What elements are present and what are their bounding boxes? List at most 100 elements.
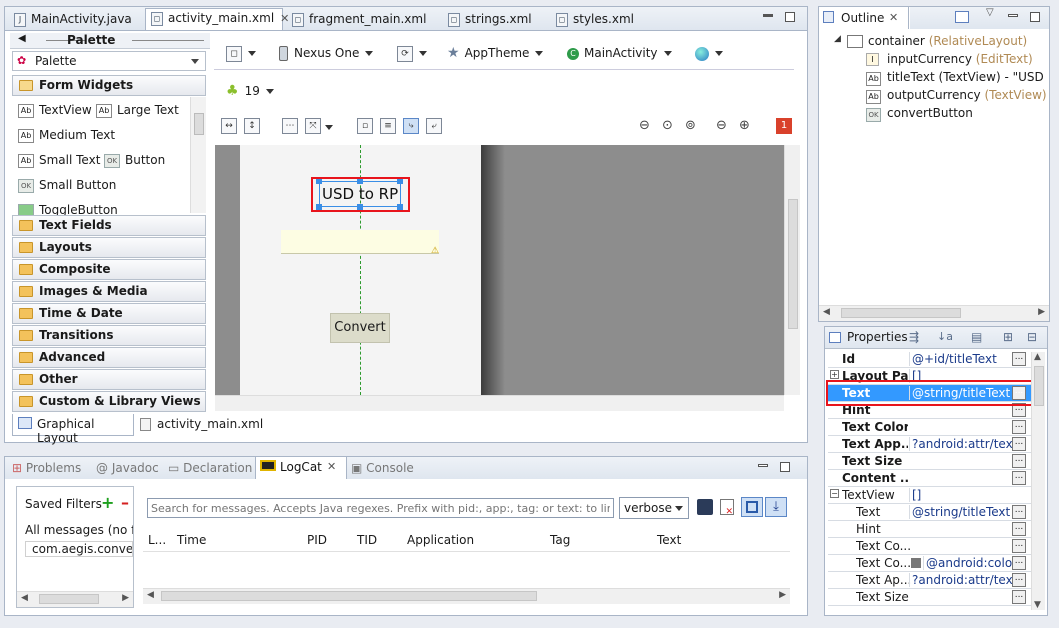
properties-scrollbar[interactable]: ▲ ▼ bbox=[1031, 352, 1045, 610]
widget-medium-text[interactable]: Ab Medium Text bbox=[18, 124, 115, 146]
palette-scrollbar[interactable] bbox=[190, 97, 206, 213]
outline-root[interactable]: container (RelativeLayout) bbox=[868, 34, 1027, 48]
layout-config-button[interactable]: ◻ bbox=[226, 42, 256, 64]
minimize-icon[interactable] bbox=[758, 464, 768, 467]
tab-strings-xml[interactable]: ◻ strings.xml bbox=[443, 10, 536, 31]
property-row[interactable]: Text Color... bbox=[828, 419, 1044, 436]
outline-item-convertbutton[interactable]: convertButton bbox=[887, 106, 973, 120]
tab-outline[interactable]: Outline ✕ bbox=[819, 7, 909, 29]
device-dropdown[interactable]: Nexus One bbox=[279, 42, 374, 64]
chevron-down-icon[interactable] bbox=[325, 120, 333, 134]
activity-dropdown[interactable]: C MainActivity bbox=[567, 42, 672, 64]
zoom-real-icon[interactable]: ⊙ bbox=[662, 118, 673, 133]
convert-button[interactable]: Convert bbox=[330, 313, 390, 343]
category-other[interactable]: Other bbox=[12, 369, 206, 390]
widget-textview[interactable]: Ab TextView bbox=[18, 99, 92, 121]
collapse-all-icon[interactable] bbox=[955, 11, 969, 23]
design-canvas[interactable]: ⚠ USD to RP Convert bbox=[215, 145, 784, 395]
edit-property-button[interactable]: ... bbox=[1012, 471, 1026, 485]
log-hscrollbar[interactable]: ◀ ▶ bbox=[143, 588, 790, 604]
column-tag[interactable]: Tag bbox=[550, 533, 570, 547]
minimize-icon[interactable] bbox=[1008, 14, 1018, 17]
distribute-weights-icon[interactable]: ▫ bbox=[357, 118, 373, 134]
tab-styles-xml[interactable]: ◻ styles.xml bbox=[551, 10, 638, 31]
locale-dropdown[interactable] bbox=[695, 42, 723, 64]
log-level-select[interactable]: verbose bbox=[619, 497, 689, 519]
maximize-icon[interactable] bbox=[785, 12, 795, 22]
tab-console[interactable]: ▣ Console bbox=[351, 458, 414, 478]
zoom-in-icon[interactable]: ⊕ bbox=[739, 118, 750, 133]
widget-small-button[interactable]: OK Small Button bbox=[18, 174, 116, 196]
widget-togglebutton[interactable]: ToggleButton bbox=[18, 199, 118, 215]
outline-item-outputcurrency[interactable]: outputCurrency (TextView) bbox=[887, 88, 1047, 102]
property-row[interactable]: Content ...... bbox=[828, 470, 1044, 487]
property-value[interactable]: ?android:attr/text... bbox=[909, 437, 1012, 451]
column-tid[interactable]: TID bbox=[357, 533, 377, 547]
widget-large-text[interactable]: Ab Large Text bbox=[96, 99, 179, 121]
category-custom-library-views[interactable]: Custom & Library Views bbox=[12, 391, 206, 412]
margins-icon[interactable]: ⋯ bbox=[282, 118, 298, 134]
category-text-fields[interactable]: Text Fields bbox=[12, 215, 206, 236]
category-transitions[interactable]: Transitions bbox=[12, 325, 206, 346]
edit-property-button[interactable]: ... bbox=[1012, 437, 1026, 451]
toggle-fill-width-icon[interactable]: ↔ bbox=[221, 118, 237, 134]
edit-property-button[interactable]: ... bbox=[1012, 454, 1026, 468]
filter-app[interactable]: com.aegis.converte bbox=[25, 541, 133, 557]
baseline-icon[interactable]: ≡ bbox=[380, 118, 396, 134]
property-row[interactable]: Text Co...@android:colo...... bbox=[828, 555, 1044, 572]
zoom-fit-icon[interactable]: ⊖ bbox=[639, 118, 650, 133]
column-application[interactable]: Application bbox=[407, 533, 474, 547]
edit-property-button[interactable]: ... bbox=[1012, 420, 1026, 434]
property-row[interactable]: Hint... bbox=[828, 521, 1044, 538]
gravity-icon[interactable]: ⤧ bbox=[305, 118, 321, 134]
add-filter-icon[interactable]: + bbox=[101, 493, 114, 512]
toggle-filters-icon[interactable] bbox=[741, 497, 763, 517]
property-value[interactable]: @+id/titleText bbox=[909, 352, 1012, 366]
property-row[interactable]: Text Ap...?android:attr/text...... bbox=[828, 572, 1044, 589]
widget-button[interactable]: OK Button bbox=[104, 149, 165, 171]
toggle-fill-height-icon[interactable]: ↕ bbox=[244, 118, 260, 134]
clear-log-icon[interactable]: ✕ bbox=[720, 499, 734, 517]
edit-property-button[interactable]: ... bbox=[1012, 505, 1026, 519]
logcat-search-input[interactable] bbox=[147, 498, 614, 518]
sort-az-icon[interactable]: ↓a bbox=[937, 330, 953, 343]
defaults-icon[interactable]: ▤ bbox=[971, 330, 982, 344]
filter-all-messages[interactable]: All messages (no fil bbox=[25, 523, 133, 537]
expand-icon[interactable]: + bbox=[830, 370, 839, 379]
tab-graphical-layout[interactable]: Graphical Layout bbox=[12, 414, 134, 445]
error-badge[interactable]: 1 bbox=[776, 118, 792, 134]
property-value[interactable]: @android:colo... bbox=[923, 556, 1012, 570]
property-row[interactable]: Text App...?android:attr/text...... bbox=[828, 436, 1044, 453]
edit-property-button[interactable]: ... bbox=[1012, 539, 1026, 553]
category-advanced[interactable]: Advanced bbox=[12, 347, 206, 368]
tab-fragment-main-xml[interactable]: ◻ fragment_main.xml bbox=[287, 10, 430, 31]
widget-small-text[interactable]: Ab Small Text bbox=[18, 149, 100, 171]
outline-item-titletext[interactable]: titleText (TextView) - "USD to R bbox=[887, 70, 1047, 84]
category-layouts[interactable]: Layouts bbox=[12, 237, 206, 258]
property-row[interactable]: Id @+id/titleText... bbox=[828, 351, 1044, 368]
input-currency-edittext[interactable] bbox=[281, 230, 439, 254]
tab-logcat[interactable]: LogCat ✕ bbox=[255, 456, 347, 479]
outline-hscrollbar[interactable]: ◀ ▶ bbox=[819, 305, 1049, 321]
zoom-100-icon[interactable]: ⊚ bbox=[685, 118, 696, 133]
collapse-icon[interactable]: − bbox=[830, 489, 839, 498]
zoom-out-icon[interactable]: ⊖ bbox=[716, 118, 727, 133]
maximize-icon[interactable] bbox=[780, 462, 790, 472]
close-icon[interactable]: ✕ bbox=[889, 11, 898, 24]
tab-activity-main-xml[interactable]: ◻ activity_main.xml ✕ bbox=[145, 8, 289, 31]
property-row[interactable]: Text Size... bbox=[828, 453, 1044, 470]
outline-item-inputcurrency[interactable]: inputCurrency (EditText) bbox=[887, 52, 1033, 66]
column-text[interactable]: Text bbox=[657, 533, 681, 547]
property-row[interactable]: Text Co...... bbox=[828, 538, 1044, 555]
edit-property-button[interactable]: ... bbox=[1012, 556, 1026, 570]
edit-property-button[interactable]: ... bbox=[1012, 522, 1026, 536]
collapse-all-icon[interactable]: ⊟ bbox=[1027, 330, 1037, 344]
view-menu-icon[interactable]: ▽ bbox=[986, 7, 994, 18]
show-advanced-icon[interactable]: ⇶ bbox=[909, 330, 919, 344]
column-time[interactable]: Time bbox=[177, 533, 206, 547]
theme-dropdown[interactable]: ★ AppTheme bbox=[447, 42, 544, 64]
tab-problems[interactable]: ⊞ Problems bbox=[12, 458, 81, 478]
category-time-date[interactable]: Time & Date bbox=[12, 303, 206, 324]
column-level[interactable]: L... bbox=[148, 533, 166, 547]
edit-property-button[interactable]: ... bbox=[1012, 352, 1026, 366]
